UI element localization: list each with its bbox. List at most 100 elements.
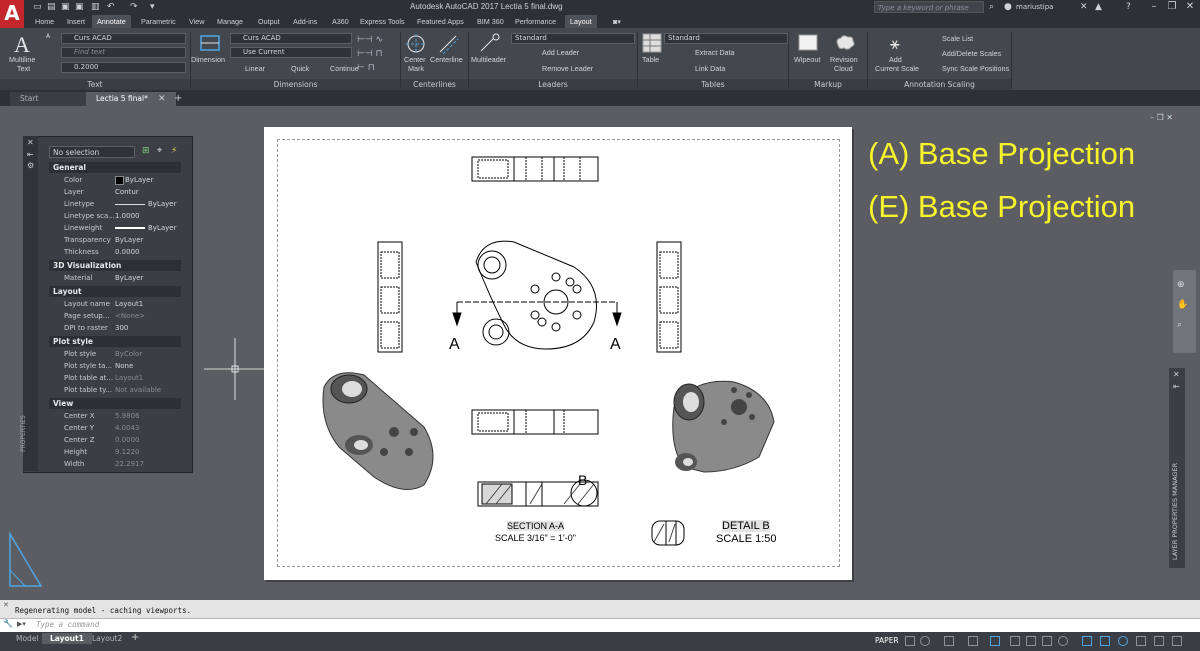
redo-icon[interactable]: ↷ bbox=[130, 2, 140, 12]
text-panel-label[interactable]: Text bbox=[0, 79, 190, 90]
prop-value[interactable]: 9.1220 bbox=[115, 448, 140, 456]
markup-panel-label[interactable]: Markup bbox=[789, 79, 867, 90]
continue-dimension-button[interactable]: Continue bbox=[330, 64, 359, 73]
zoom-icon[interactable]: ⌕ bbox=[1177, 320, 1182, 330]
prop-value[interactable]: Layout1 bbox=[115, 300, 143, 308]
extract-data-button[interactable]: Extract Data bbox=[695, 48, 735, 57]
prop-value[interactable]: Not available bbox=[115, 386, 161, 394]
add-current-scale-icon[interactable]: ⚹ bbox=[886, 33, 908, 53]
osnap-icon[interactable] bbox=[990, 636, 1000, 646]
wipeout-button[interactable]: Wipeout bbox=[794, 55, 820, 64]
find-text-input[interactable]: Find text bbox=[61, 47, 186, 58]
section-view[interactable]: View bbox=[49, 398, 181, 409]
layout-tab-layout2[interactable]: Layout2 bbox=[84, 633, 130, 644]
multiline-text-button-line2[interactable]: Text bbox=[17, 64, 30, 73]
tab-a360[interactable]: A360 bbox=[327, 15, 354, 28]
linear-dimension-button[interactable]: Linear bbox=[245, 64, 265, 73]
prop-value[interactable]: ByLayer bbox=[148, 224, 176, 232]
prop-value[interactable]: 22.2917 bbox=[115, 460, 144, 468]
prop-value[interactable]: None bbox=[115, 362, 133, 370]
prop-value[interactable]: ByLayer bbox=[115, 236, 143, 244]
drawing-views[interactable] bbox=[264, 127, 852, 580]
close-palette-icon[interactable]: ✕ bbox=[27, 138, 34, 147]
section-3d-visualization[interactable]: 3D Visualization bbox=[49, 260, 181, 271]
a360-icon[interactable]: ▲ bbox=[1095, 2, 1105, 12]
command-prompt-icon[interactable]: ▶▾ bbox=[17, 620, 26, 628]
quick-select-icon[interactable]: ⚡ bbox=[171, 146, 177, 156]
isolate-objects-icon[interactable] bbox=[1136, 636, 1146, 646]
centerline-button[interactable]: Centerline bbox=[430, 55, 463, 64]
tab-performance[interactable]: Performance bbox=[510, 15, 561, 28]
snap-icon[interactable] bbox=[920, 636, 930, 646]
dimension-tools-icons[interactable]: ⊢⊣ ∿ ⊢⊣ ⊓ ⊢ ⊓ bbox=[357, 33, 397, 73]
centerlines-panel-label[interactable]: Centerlines bbox=[401, 79, 468, 90]
gear-icon[interactable] bbox=[1058, 636, 1068, 646]
close-window-button[interactable]: ✕ bbox=[1181, 1, 1199, 14]
centerline-icon[interactable] bbox=[437, 33, 459, 55]
revision-cloud-icon[interactable] bbox=[834, 33, 856, 53]
table-button[interactable]: Table bbox=[642, 55, 659, 64]
help-icon[interactable]: ? bbox=[1126, 2, 1136, 12]
ribbon-options-icon[interactable]: ◙▾ bbox=[608, 15, 626, 28]
steering-wheel-icon[interactable]: ⊕ bbox=[1177, 280, 1185, 290]
tab-output[interactable]: Output bbox=[253, 15, 285, 28]
customization-icon[interactable] bbox=[1172, 636, 1182, 646]
tab-home[interactable]: Home bbox=[30, 15, 59, 28]
transparency-icon[interactable] bbox=[1026, 636, 1036, 646]
prop-value[interactable]: 0.0000 bbox=[115, 436, 140, 444]
clean-screen-icon[interactable] bbox=[1154, 636, 1164, 646]
table-style-select[interactable]: Standard bbox=[664, 33, 788, 44]
remove-leader-button[interactable]: Remove Leader bbox=[542, 64, 593, 73]
add-leader-button[interactable]: Add Leader bbox=[542, 48, 579, 57]
tab-view[interactable]: View bbox=[184, 15, 209, 28]
tab-manage[interactable]: Manage bbox=[212, 15, 248, 28]
prop-value[interactable]: Layout1 bbox=[115, 374, 143, 382]
multiline-text-button[interactable]: Multiline bbox=[9, 55, 35, 64]
scale-list-button[interactable]: Scale List bbox=[942, 34, 973, 43]
new-icon[interactable]: ▭ bbox=[33, 2, 43, 12]
autohide-palette-icon[interactable]: ⇤ bbox=[27, 150, 34, 159]
dimension-layer-select[interactable]: Use Current bbox=[230, 47, 352, 58]
leaders-panel-label[interactable]: Leaders bbox=[469, 79, 637, 90]
wipeout-icon[interactable] bbox=[797, 33, 819, 53]
quick-properties-icon[interactable] bbox=[1118, 636, 1128, 646]
dimensions-panel-label[interactable]: Dimensions bbox=[191, 79, 400, 90]
toggle-pickadd-icon[interactable]: ⊞ bbox=[142, 146, 150, 156]
multileader-button[interactable]: Multileader bbox=[471, 55, 506, 64]
text-height-select[interactable]: 0.2000 bbox=[61, 62, 186, 73]
palette-settings-icon[interactable]: ⚙ bbox=[27, 161, 34, 170]
selection-select[interactable]: No selection bbox=[49, 146, 135, 158]
close-tab-icon[interactable]: ✕ bbox=[158, 94, 166, 104]
table-icon[interactable] bbox=[642, 33, 662, 53]
section-layout[interactable]: Layout bbox=[49, 286, 181, 297]
ortho-icon[interactable] bbox=[944, 636, 954, 646]
exchange-icon[interactable]: ✕ bbox=[1080, 2, 1090, 12]
new-layout-button[interactable]: + bbox=[131, 632, 139, 643]
tab-insert[interactable]: Insert bbox=[62, 15, 90, 28]
select-objects-icon[interactable]: ⌖ bbox=[157, 146, 162, 156]
units-icon[interactable] bbox=[1100, 636, 1110, 646]
save-icon[interactable]: ▣ bbox=[61, 2, 71, 12]
plot-icon[interactable]: ▥ bbox=[91, 2, 101, 12]
section-general[interactable]: General bbox=[49, 162, 181, 173]
layout-tab-model[interactable]: Model bbox=[8, 633, 47, 644]
prop-value[interactable]: <None> bbox=[115, 312, 145, 320]
prop-value[interactable]: 0.0000 bbox=[115, 248, 140, 256]
revision-cloud-button[interactable]: Revision bbox=[830, 55, 858, 64]
prop-value[interactable]: ByLayer bbox=[125, 176, 153, 184]
prop-value[interactable]: 1.0000 bbox=[115, 212, 140, 220]
close-layer-palette-icon[interactable]: ✕ bbox=[1173, 370, 1180, 379]
revision-cloud-button-line2[interactable]: Cloud bbox=[834, 64, 853, 73]
prop-value[interactable]: 5.9806 bbox=[115, 412, 140, 420]
save-as-icon[interactable]: ▣ bbox=[75, 2, 85, 12]
tab-express-tools[interactable]: Express Tools bbox=[355, 15, 410, 28]
new-tab-button[interactable]: + bbox=[174, 93, 182, 104]
dimension-style-select[interactable]: Curs ACAD bbox=[230, 33, 352, 44]
open-icon[interactable]: ▤ bbox=[47, 2, 57, 12]
link-data-button[interactable]: Link Data bbox=[695, 64, 725, 73]
section-plot-style[interactable]: Plot style bbox=[49, 336, 181, 347]
prop-value[interactable]: 300 bbox=[115, 324, 128, 332]
tab-layout[interactable]: Layout bbox=[565, 15, 597, 28]
user-icon[interactable]: ● bbox=[1004, 2, 1014, 12]
sync-scale-positions-button[interactable]: Sync Scale Positions bbox=[942, 64, 1009, 73]
